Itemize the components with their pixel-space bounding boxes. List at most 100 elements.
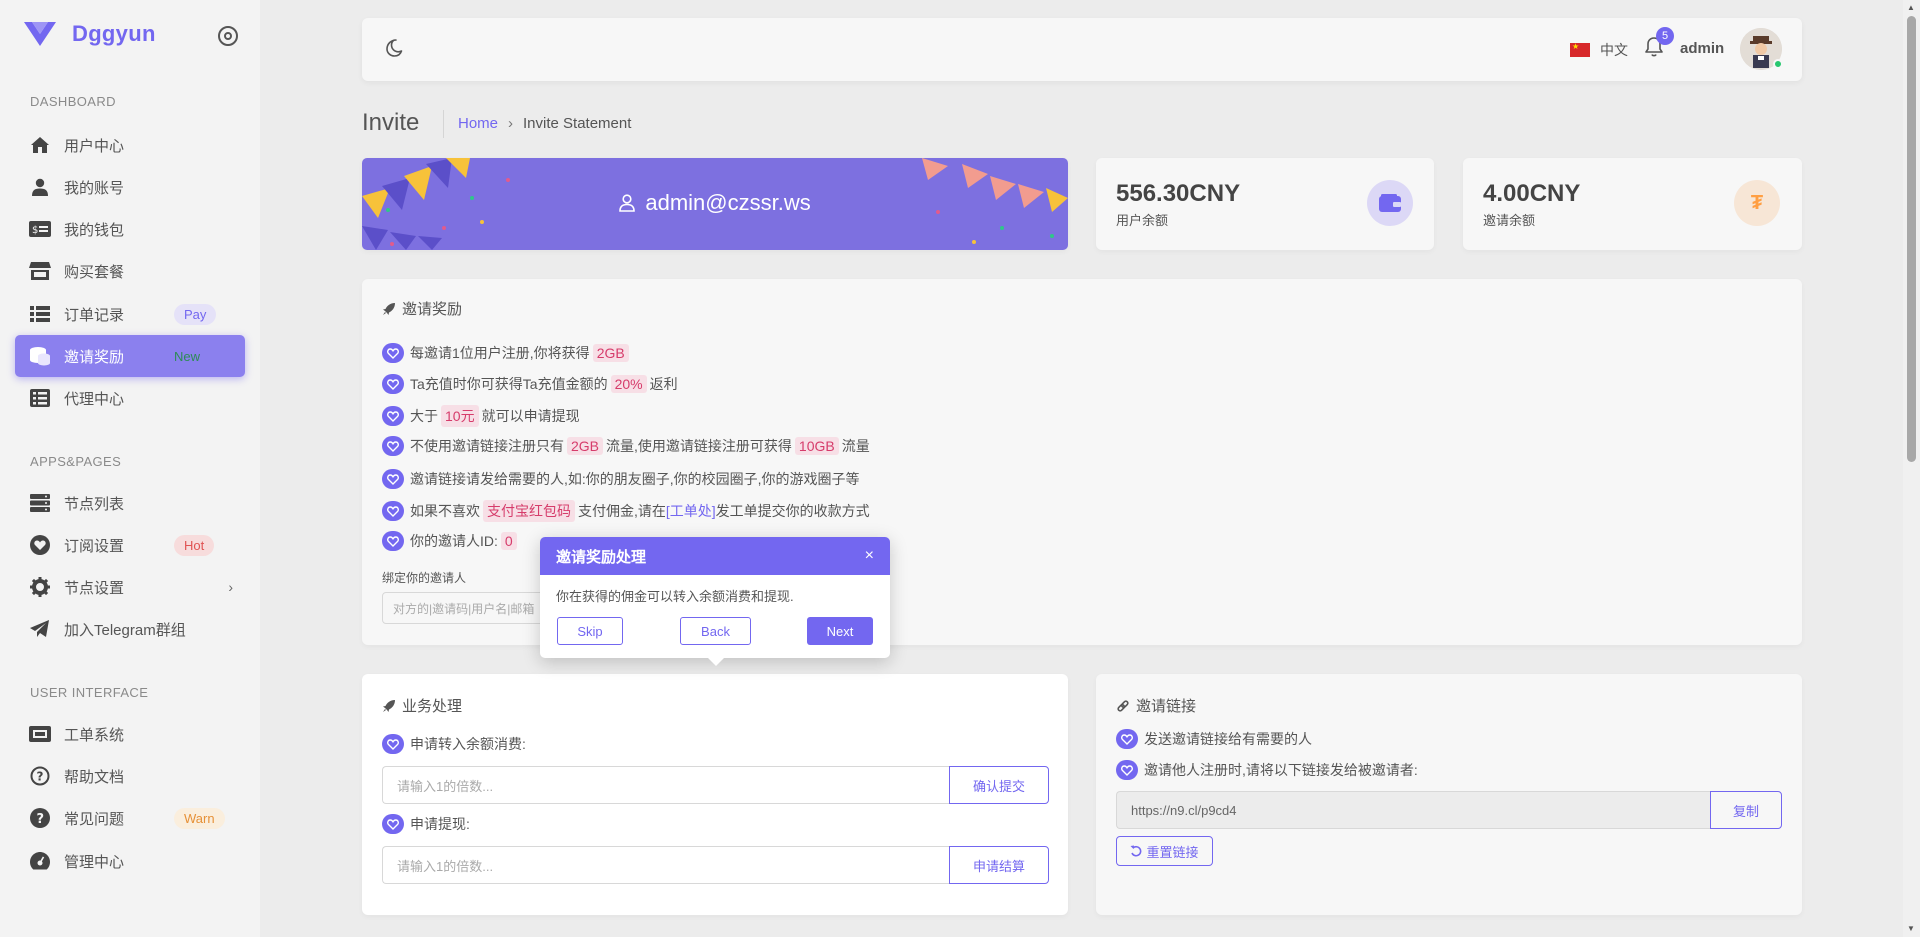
- svg-text:?: ?: [37, 770, 44, 784]
- sidebar-item-tickets[interactable]: 工单系统: [15, 713, 245, 755]
- ticket-icon: [29, 723, 51, 745]
- sidebar-item-node-settings[interactable]: 节点设置 ›: [15, 566, 245, 608]
- divider: [443, 110, 444, 138]
- sidebar-item-admin[interactable]: 管理中心: [15, 840, 245, 882]
- invite-url-field[interactable]: https://n9.cl/p9cd4: [1116, 791, 1710, 829]
- notifications[interactable]: 5: [1644, 27, 1674, 61]
- next-button[interactable]: Next: [807, 617, 873, 645]
- chevron-right-icon: ›: [228, 579, 233, 595]
- user-banner: admin@czssr.ws: [362, 158, 1068, 250]
- invite-url-row: https://n9.cl/p9cd4 复制: [1116, 791, 1782, 829]
- sidebar-item-help-docs[interactable]: ? 帮助文档: [15, 755, 245, 797]
- copy-button[interactable]: 复制: [1710, 791, 1782, 829]
- sidebar-item-my-account[interactable]: 我的账号: [15, 166, 245, 208]
- top-navbar: 中文 5 admin: [362, 18, 1802, 81]
- sidebar-item-label: 我的账号: [64, 179, 125, 197]
- sidebar-item-buy-plan[interactable]: 购买套餐: [15, 250, 245, 292]
- brand-name: Dggyun: [72, 21, 156, 46]
- reset-link-button[interactable]: 重置链接: [1116, 836, 1213, 866]
- rule-item: 你的邀请人ID: 0: [382, 531, 520, 551]
- user-outline-icon: [619, 194, 636, 212]
- rule-item: Ta充值时你可获得Ta充值金额的 20% 返利: [382, 374, 678, 394]
- highlight: 支付宝红包码: [483, 500, 575, 522]
- heart-icon: [382, 436, 404, 456]
- withdraw-amount-input[interactable]: 请输入1的倍数...: [382, 846, 949, 884]
- sidebar-item-user-center[interactable]: 用户中心: [15, 124, 245, 166]
- highlight: 0: [500, 532, 517, 550]
- brand[interactable]: Dggyun: [22, 20, 156, 48]
- breadcrumb: Home › Invite Statement: [458, 115, 631, 132]
- skip-button[interactable]: Skip: [557, 617, 623, 645]
- breadcrumb-home-link[interactable]: Home: [458, 115, 498, 132]
- invite-balance-label: 邀请余额: [1483, 213, 1536, 228]
- sidebar-item-label: 购买套餐: [64, 263, 125, 281]
- invite-balance-card: 4.00CNY 邀请余额 ₮: [1463, 158, 1802, 250]
- sidebar-item-invite-rewards[interactable]: 邀请奖励 New: [15, 335, 245, 377]
- close-icon[interactable]: ×: [865, 547, 874, 565]
- list-icon: [29, 303, 51, 325]
- nav-section-ui: USER INTERFACE: [30, 685, 149, 700]
- chevron-right-icon: ›: [508, 115, 514, 132]
- back-button[interactable]: Back: [680, 617, 751, 645]
- transfer-row: 请输入1的倍数... 确认提交: [382, 766, 1049, 804]
- heart-icon: [29, 534, 51, 556]
- sidebar-item-label: 订单记录: [64, 306, 125, 324]
- rocket-icon: [383, 699, 395, 712]
- heart-icon: [382, 501, 404, 521]
- sidebar-item-label: 节点设置: [64, 579, 125, 597]
- sidebar-item-faq[interactable]: ? 常见问题 Warn: [15, 797, 245, 839]
- sidebar: Dggyun DASHBOARD 用户中心 我的账号 $ 我的钱包 购买套餐 订…: [0, 0, 260, 937]
- moon-icon[interactable]: [384, 38, 404, 61]
- scroll-up-icon[interactable]: ▲: [1907, 3, 1915, 12]
- settle-button[interactable]: 申请结算: [949, 846, 1049, 884]
- card-title: 邀请链接: [1116, 695, 1196, 716]
- page-scrollbar[interactable]: ▲ ▼: [1903, 0, 1920, 937]
- gear-icon: [29, 576, 51, 598]
- question-icon: ?: [29, 765, 51, 787]
- heart-icon: [382, 343, 404, 363]
- balance-label: 用户余额: [1116, 213, 1169, 228]
- highlight: 10元: [441, 405, 479, 427]
- sidebar-item-agent-center[interactable]: 代理中心: [15, 377, 245, 419]
- tour-popover: 邀请奖励处理 × 你在获得的佣金可以转入余额消费和提现. Skip Back N…: [540, 537, 890, 666]
- scroll-down-icon[interactable]: ▼: [1907, 924, 1915, 933]
- scrollbar-thumb[interactable]: [1907, 16, 1916, 462]
- nav-section-dashboard: DASHBOARD: [30, 94, 116, 109]
- sidebar-item-label: 订阅设置: [64, 537, 125, 555]
- wallet-icon: [1367, 180, 1413, 226]
- sidebar-item-orders[interactable]: 订单记录 Pay: [15, 293, 245, 335]
- language-selector[interactable]: 中文: [1570, 40, 1628, 60]
- user-name[interactable]: admin: [1680, 40, 1724, 57]
- heart-icon: [1116, 729, 1138, 749]
- coins-icon: [29, 345, 51, 367]
- heart-icon: [382, 814, 404, 834]
- popover-title: 邀请奖励处理: [556, 548, 647, 566]
- confirm-submit-button[interactable]: 确认提交: [949, 766, 1049, 804]
- dashboard-icon: [29, 850, 51, 872]
- inviter-input[interactable]: 对方的|邀请码|用户名|邮箱: [382, 592, 552, 624]
- rule-item: 大于 10元 就可以申请提现: [382, 405, 580, 427]
- rule-item: 每邀请1位用户注册,你将获得 2GB: [382, 343, 632, 363]
- business-card: 业务处理 申请转入余额消费: 请输入1的倍数... 确认提交 申请提现: 请输入…: [362, 674, 1068, 915]
- heart-icon: [382, 531, 404, 551]
- balance-card: 556.30CNY 用户余额: [1096, 158, 1434, 250]
- user-email: admin@czssr.ws: [645, 190, 811, 215]
- sidebar-item-node-list[interactable]: 节点列表: [15, 482, 245, 524]
- ticket-link[interactable]: [工单处]: [666, 501, 716, 521]
- sidebar-item-my-wallet[interactable]: $ 我的钱包: [15, 208, 245, 250]
- transfer-label: 申请转入余额消费:: [382, 734, 526, 754]
- sidebar-toggle-icon[interactable]: [218, 26, 238, 46]
- sidebar-item-label: 常见问题: [64, 810, 125, 828]
- heart-icon: [382, 374, 404, 394]
- invite-line: 发送邀请链接给有需要的人: [1116, 729, 1312, 749]
- sidebar-item-label: 邀请奖励: [64, 348, 125, 366]
- sidebar-item-label: 代理中心: [64, 390, 125, 408]
- list-alt-icon: [29, 387, 51, 409]
- language-label: 中文: [1600, 42, 1628, 58]
- invite-line: 邀请他人注册时,请将以下链接发给被邀请者:: [1116, 760, 1418, 780]
- invite-balance-value: 4.00CNY: [1483, 180, 1581, 207]
- rule-item: 不使用邀请链接注册只有 2GB 流量,使用邀请链接注册可获得 10GB 流量: [382, 436, 870, 456]
- transfer-amount-input[interactable]: 请输入1的倍数...: [382, 766, 949, 804]
- sidebar-item-telegram[interactable]: 加入Telegram群组: [15, 608, 245, 650]
- sidebar-item-subscription[interactable]: 订阅设置 Hot: [15, 524, 245, 566]
